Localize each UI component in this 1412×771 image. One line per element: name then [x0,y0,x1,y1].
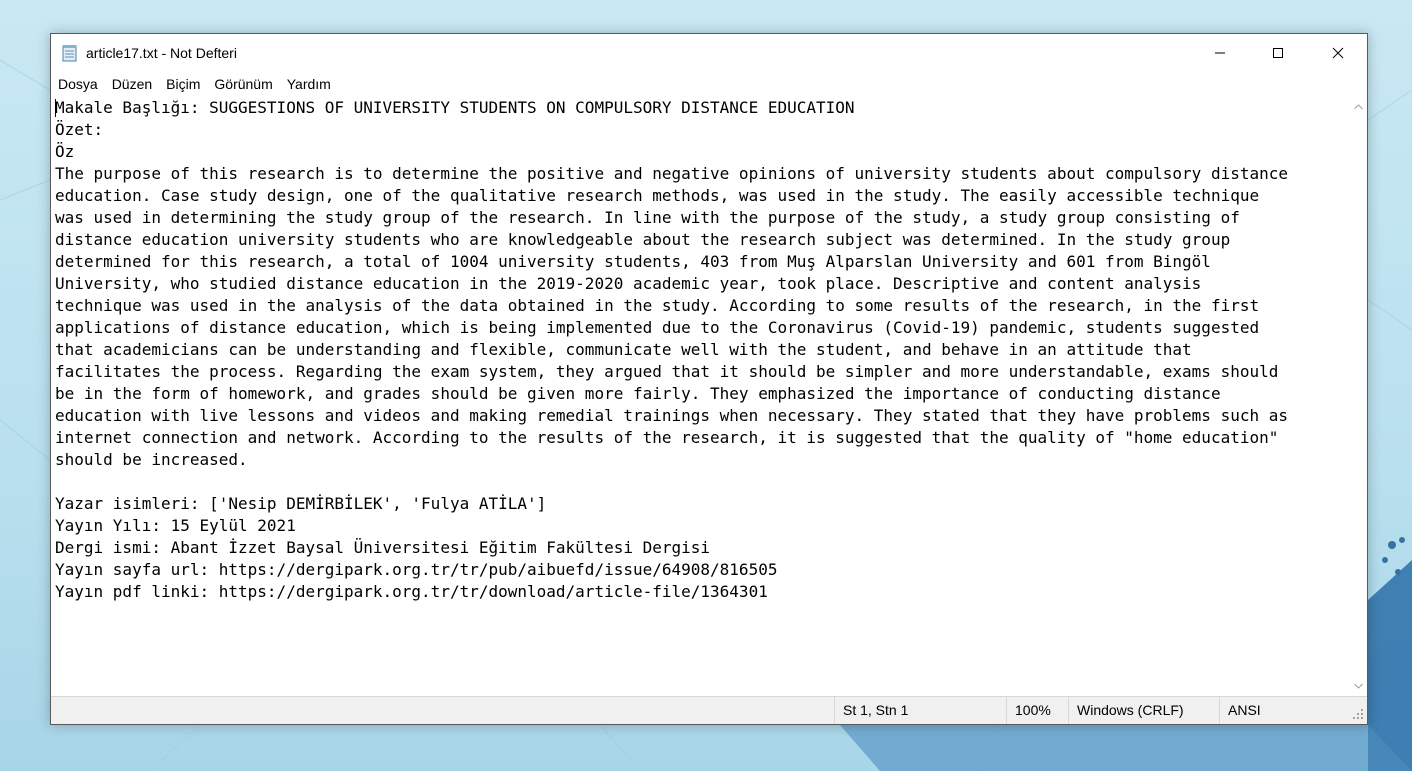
text-line: internet connection and network. Accordi… [55,428,1279,447]
editor-content[interactable]: Makale Başlığı: SUGGESTIONS OF UNIVERSIT… [55,97,1288,603]
scroll-down-button[interactable] [1350,677,1367,694]
maximize-button[interactable] [1249,34,1307,72]
text-line: Yayın sayfa url: https://dergipark.org.t… [55,560,778,579]
text-line: University, who studied distance educati… [55,274,1202,293]
text-line: Özet: [55,120,104,139]
zoom-level: 100% [1006,697,1068,724]
text-line: facilitates the process. Regarding the e… [55,362,1279,381]
menu-gorunum[interactable]: Görünüm [207,72,279,96]
text-line: Öz [55,142,75,161]
text-editor[interactable]: Makale Başlığı: SUGGESTIONS OF UNIVERSIT… [51,96,1350,696]
menu-duzen[interactable]: Düzen [105,72,159,96]
text-line: education. Case study design, one of the… [55,186,1260,205]
text-line: distance education university students w… [55,230,1231,249]
status-bar: St 1, Stn 1 100% Windows (CRLF) ANSI [51,696,1367,724]
encoding: ANSI [1219,697,1349,724]
text-line: be in the form of homework, and grades s… [55,384,1221,403]
text-line: technique was used in the analysis of th… [55,296,1260,315]
line-ending: Windows (CRLF) [1068,697,1219,724]
notepad-window: article17.txt - Not Defteri Dosya Düzen … [50,33,1368,725]
notepad-icon [61,44,79,62]
vertical-scrollbar[interactable] [1350,96,1367,696]
text-line: should be increased. [55,450,248,469]
text-line: Yazar isimleri: ['Nesip DEMİRBİLEK', 'Fu… [55,494,547,513]
text-line: determined for this research, a total of… [55,252,1211,271]
scroll-up-button[interactable] [1350,98,1367,115]
close-button[interactable] [1309,34,1367,72]
text-line: applications of distance education, whic… [55,318,1260,337]
text-caret [55,99,56,117]
chevron-up-icon [1354,103,1363,109]
menu-yardim[interactable]: Yardım [280,72,338,96]
text-line: Makale Başlığı: SUGGESTIONS OF UNIVERSIT… [55,98,855,117]
window-title: article17.txt - Not Defteri [86,45,237,61]
text-line: Dergi ismi: Abant İzzet Baysal Üniversit… [55,538,711,557]
title-bar[interactable]: article17.txt - Not Defteri [51,34,1367,72]
menu-bicim[interactable]: Biçim [159,72,207,96]
resize-grip-icon[interactable] [1351,707,1365,721]
maximize-icon [1273,48,1283,58]
minimize-icon [1215,52,1225,54]
text-line: education with live lessons and videos a… [55,406,1288,425]
cursor-position: St 1, Stn 1 [834,697,1006,724]
menu-bar: Dosya Düzen Biçim Görünüm Yardım [51,72,1367,96]
minimize-button[interactable] [1191,34,1249,72]
text-line: was used in determining the study group … [55,208,1240,227]
text-line: The purpose of this research is to deter… [55,164,1288,183]
text-line: that academicians can be understanding a… [55,340,1192,359]
close-icon [1332,47,1344,59]
chevron-down-icon [1354,683,1363,689]
menu-dosya[interactable]: Dosya [51,72,105,96]
text-line: Yayın pdf linki: https://dergipark.org.t… [55,582,768,601]
text-line: Yayın Yılı: 15 Eylül 2021 [55,516,296,535]
